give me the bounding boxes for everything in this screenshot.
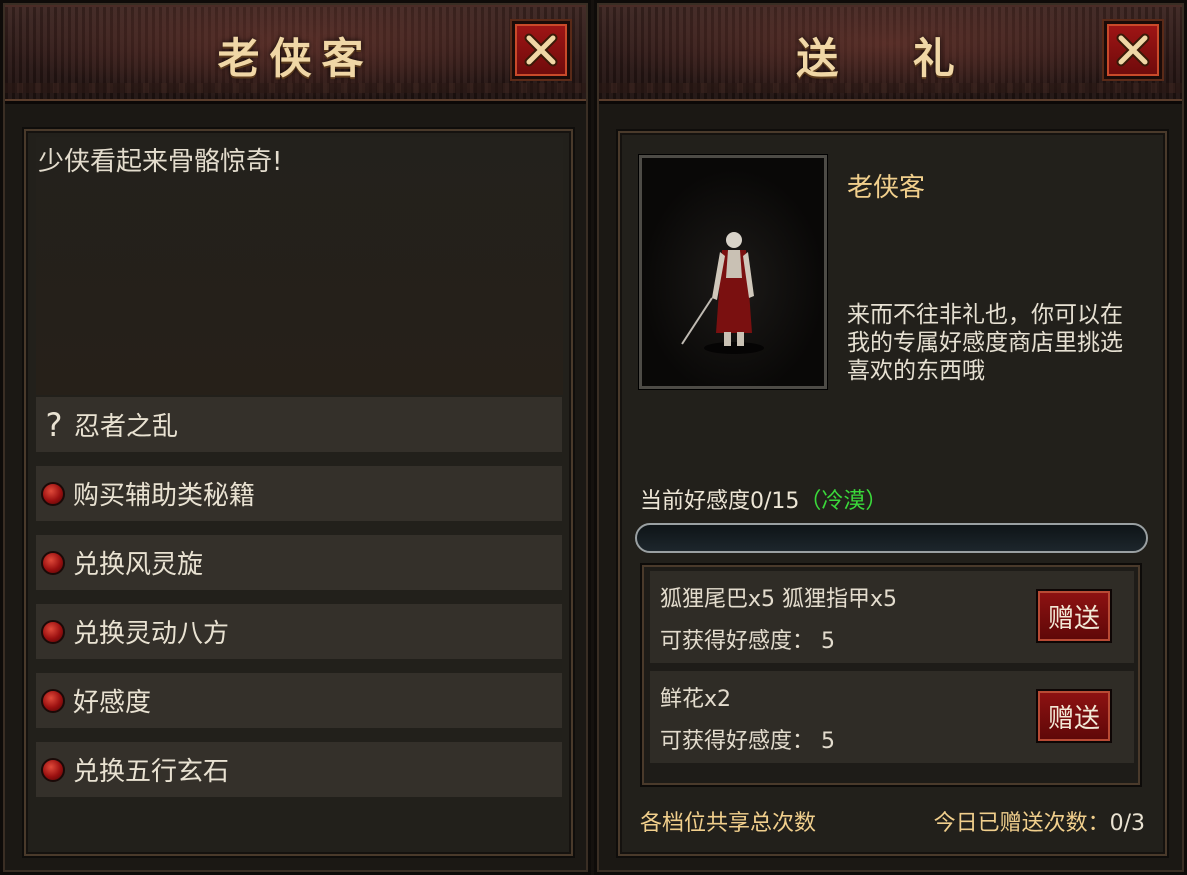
npc-greeting: 少侠看起来骨骼惊奇! <box>38 147 283 177</box>
dialog-title: 送 礼 <box>796 34 985 83</box>
npc-dialog-panel: 老侠客 少侠看起来骨骼惊奇! ? 忍者之乱 购买辅助类秘籍 兑换风灵旋 兑换灵动… <box>0 0 591 875</box>
npc-portrait-image <box>642 158 824 386</box>
menu-item-exchange-stone[interactable]: 兑换五行玄石 <box>36 742 562 797</box>
gift-items: 鲜花x2 <box>660 687 732 712</box>
red-dot-icon <box>41 481 65 506</box>
menu-item-quest[interactable]: ? 忍者之乱 <box>36 397 562 452</box>
menu-item-label: 兑换风灵旋 <box>73 550 204 580</box>
daily-gift-label: 今日已赠送次数： <box>933 811 1110 836</box>
dialog-titlebar: 老侠客 <box>5 5 586 104</box>
gift-points: 可获得好感度： 5 <box>660 629 835 654</box>
gift-list: 狐狸尾巴x5 狐狸指甲x5 可获得好感度： 5 赠送 鲜花x2 可获得好感度： … <box>640 563 1142 787</box>
dialog-title: 老侠客 <box>217 34 374 83</box>
dialog-content: 少侠看起来骨骼惊奇! ? 忍者之乱 购买辅助类秘籍 兑换风灵旋 兑换灵动八方 好… <box>22 127 575 858</box>
dialog-titlebar: 送 礼 <box>599 5 1182 104</box>
shared-count-note: 各档位共享总次数 <box>640 811 817 836</box>
menu-item-affinity[interactable]: 好感度 <box>36 673 562 728</box>
menu-item-label: 忍者之乱 <box>74 412 179 442</box>
menu-item-exchange-wind[interactable]: 兑换风灵旋 <box>36 535 562 590</box>
gift-row: 狐狸尾巴x5 狐狸指甲x5 可获得好感度： 5 赠送 <box>650 571 1134 663</box>
gift-items: 狐狸尾巴x5 狐狸指甲x5 <box>660 587 898 612</box>
gift-button[interactable]: 赠送 <box>1036 589 1112 643</box>
menu-item-label: 兑换灵动八方 <box>73 619 230 649</box>
menu-item-label: 好感度 <box>73 688 152 718</box>
red-dot-icon <box>41 550 65 575</box>
gift-dialog-panel: 送 礼 老侠客 来而不往非礼也，你可以在我的专属好感度商店里挑选喜欢的东西哦 当… <box>594 0 1187 875</box>
menu-item-label: 购买辅助类秘籍 <box>73 481 256 511</box>
gift-row: 鲜花x2 可获得好感度： 5 赠送 <box>650 671 1134 763</box>
close-icon <box>1116 33 1150 67</box>
npc-description: 来而不往非礼也，你可以在我的专属好感度商店里挑选喜欢的东西哦 <box>847 302 1123 384</box>
menu-item-buy-books[interactable]: 购买辅助类秘籍 <box>36 466 562 521</box>
close-button[interactable] <box>512 21 570 79</box>
red-dot-icon <box>41 619 65 644</box>
menu-item-label: 兑换五行玄石 <box>73 757 230 787</box>
red-dot-icon <box>41 688 65 713</box>
npc-portrait <box>639 155 827 389</box>
red-dot-icon <box>41 757 65 782</box>
close-icon <box>524 33 558 67</box>
daily-gift-value: 0/3 <box>1109 811 1145 836</box>
menu-item-exchange-agile[interactable]: 兑换灵动八方 <box>36 604 562 659</box>
affinity-level: （冷漠） <box>799 489 888 514</box>
affinity-progress-bar <box>635 523 1148 553</box>
close-button[interactable] <box>1104 21 1162 79</box>
gift-button[interactable]: 赠送 <box>1036 689 1112 743</box>
gift-points: 可获得好感度： 5 <box>660 729 835 754</box>
daily-gift-count: 今日已赠送次数：0/3 <box>934 805 1145 837</box>
affinity-status: 当前好感度0/15（冷漠） <box>640 483 887 515</box>
npc-name: 老侠客 <box>847 173 926 203</box>
affinity-label: 当前好感度0/15 <box>640 489 800 514</box>
question-icon: ? <box>45 405 63 444</box>
gift-content: 老侠客 来而不往非礼也，你可以在我的专属好感度商店里挑选喜欢的东西哦 当前好感度… <box>616 129 1169 858</box>
